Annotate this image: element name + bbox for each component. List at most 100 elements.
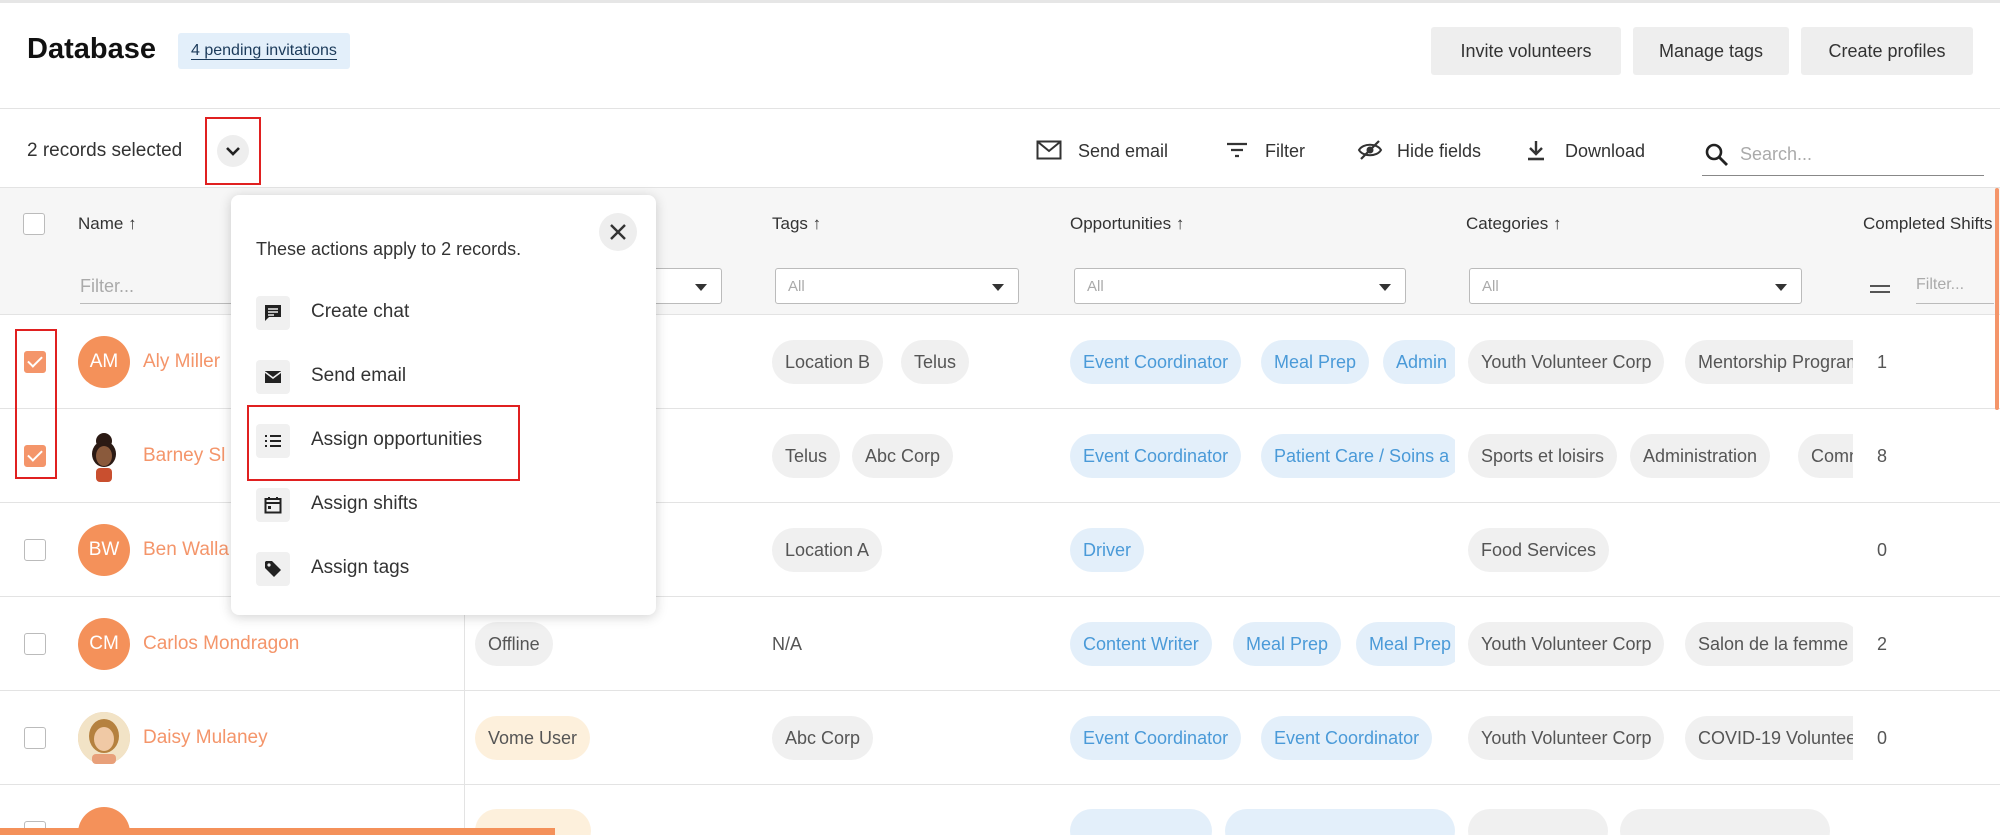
column-header-name[interactable]: Name ↑ bbox=[78, 214, 137, 234]
download-button[interactable]: Download bbox=[1525, 136, 1660, 166]
invite-volunteers-button[interactable]: Invite volunteers bbox=[1431, 27, 1621, 75]
page-header: Database 4 pending invitations Invite vo… bbox=[0, 3, 2000, 109]
close-button[interactable] bbox=[599, 213, 637, 251]
category-chip bbox=[1620, 809, 1830, 835]
category-chip: Comm bbox=[1798, 434, 1853, 478]
vertical-scrollbar[interactable] bbox=[1995, 188, 1999, 410]
filter-button[interactable]: Filter bbox=[1225, 136, 1315, 166]
opportunities-filter-select[interactable]: All bbox=[1074, 268, 1406, 304]
category-chip: COVID-19 Volunteer bbox=[1685, 716, 1853, 760]
tags-empty-value: N/A bbox=[772, 634, 803, 654]
categories-cell: Sports et loisirs Administration Comm bbox=[1458, 409, 1853, 503]
shifts-filter-input[interactable]: Filter... bbox=[1916, 272, 1994, 304]
category-chip: Food Services bbox=[1468, 528, 1610, 572]
highlight-box bbox=[15, 329, 57, 479]
tag-chip: Location A bbox=[772, 528, 883, 572]
send-email-action[interactable]: Send email bbox=[256, 358, 636, 398]
opportunity-chip bbox=[1070, 809, 1212, 835]
opportunity-chip: Meal Prep bbox=[1233, 622, 1342, 666]
filter-icon bbox=[1227, 142, 1247, 158]
category-chip bbox=[1468, 809, 1608, 835]
column-header-opportunities[interactable]: Opportunities ↑ bbox=[1070, 214, 1184, 234]
eye-off-icon bbox=[1357, 140, 1383, 160]
caret-down-icon bbox=[1775, 284, 1787, 291]
opportunity-chip: Event Coordinator bbox=[1261, 716, 1433, 760]
mail-icon bbox=[264, 371, 282, 383]
category-chip: Youth Volunteer Corp bbox=[1468, 340, 1665, 384]
table-row[interactable]: Daisy Mulaney Vome User Abc Corp Event C… bbox=[0, 691, 2000, 785]
opportunity-chip: Admin bbox=[1383, 340, 1455, 384]
row-checkbox[interactable] bbox=[24, 633, 46, 655]
opportunity-chip: Event Coordinator bbox=[1070, 434, 1242, 478]
assign-shifts-action[interactable]: Assign shifts bbox=[256, 486, 636, 526]
selection-count: 2 records selected bbox=[27, 140, 183, 161]
opportunities-cell: Content Writer Meal Prep Meal Prep bbox=[1060, 597, 1455, 691]
select-all-checkbox[interactable] bbox=[23, 213, 45, 235]
send-email-button[interactable]: Send email bbox=[1036, 136, 1178, 166]
status-badge: Vome User bbox=[475, 716, 591, 760]
category-chip: Salon de la femme bbox=[1685, 622, 1853, 666]
row-checkbox[interactable] bbox=[24, 539, 46, 561]
highlight-box bbox=[247, 405, 520, 481]
pending-invitations-link[interactable]: 4 pending invitations bbox=[178, 33, 350, 69]
avatar: AM bbox=[78, 336, 130, 388]
tag-chip: Abc Corp bbox=[772, 716, 874, 760]
avatar: BW bbox=[78, 524, 130, 576]
caret-down-icon bbox=[1379, 284, 1391, 291]
search-field[interactable] bbox=[1702, 132, 1984, 176]
tag-chip: Abc Corp bbox=[852, 434, 954, 478]
categories-cell: Youth Volunteer Corp COVID-19 Volunteer bbox=[1458, 691, 1853, 785]
opportunity-chip: Driver bbox=[1070, 528, 1144, 572]
tag-chip: Telus bbox=[901, 340, 970, 384]
volunteer-name-link[interactable]: Carlos Mondragon bbox=[143, 633, 299, 655]
toolbar: 2 records selected Send email Filter Hid… bbox=[0, 110, 2000, 188]
search-icon bbox=[1705, 143, 1728, 166]
manage-tags-button[interactable]: Manage tags bbox=[1633, 27, 1789, 75]
horizontal-scrollbar[interactable] bbox=[0, 828, 555, 835]
volunteer-name-link[interactable]: Barney Sl bbox=[143, 445, 225, 467]
opportunity-chip: Meal Prep bbox=[1356, 622, 1455, 666]
opportunities-cell: Event Coordinator Patient Care / Soins a bbox=[1060, 409, 1455, 503]
hide-fields-button[interactable]: Hide fields bbox=[1357, 136, 1492, 166]
person-avatar-icon bbox=[92, 433, 116, 482]
search-input[interactable] bbox=[1740, 140, 1970, 168]
equals-operator-icon[interactable] bbox=[1869, 282, 1891, 296]
volunteer-name-link[interactable]: Ben Walla bbox=[143, 539, 229, 561]
category-chip: Sports et loisirs bbox=[1468, 434, 1618, 478]
column-header-completed-shifts[interactable]: Completed Shifts bbox=[1863, 214, 1992, 234]
opportunities-cell: Event Coordinator Event Coordinator bbox=[1060, 691, 1455, 785]
opportunity-chip: Meal Prep bbox=[1261, 340, 1370, 384]
tag-icon bbox=[265, 561, 281, 577]
popup-message: These actions apply to 2 records. bbox=[256, 239, 522, 259]
category-chip: Administration bbox=[1630, 434, 1771, 478]
create-profiles-button[interactable]: Create profiles bbox=[1801, 27, 1973, 75]
column-header-categories[interactable]: Categories ↑ bbox=[1466, 214, 1561, 234]
categories-cell: Youth Volunteer Corp Mentorship Program bbox=[1458, 315, 1853, 409]
volunteer-name-link[interactable]: Aly Miller bbox=[143, 351, 220, 373]
tag-chip: Telus bbox=[772, 434, 841, 478]
page-title: Database bbox=[27, 33, 156, 65]
assign-tags-action[interactable]: Assign tags bbox=[256, 550, 636, 590]
column-header-tags[interactable]: Tags ↑ bbox=[772, 214, 821, 234]
opportunity-chip: Patient Care / Soins a bbox=[1261, 434, 1455, 478]
opportunity-chip: Content Writer bbox=[1070, 622, 1212, 666]
tag-chip: Location B bbox=[772, 340, 884, 384]
caret-down-icon bbox=[695, 284, 707, 291]
category-chip: Youth Volunteer Corp bbox=[1468, 622, 1665, 666]
tags-filter-select[interactable]: All bbox=[775, 268, 1019, 304]
person-avatar-icon bbox=[78, 712, 130, 764]
opportunity-chip: Event Coordinator bbox=[1070, 716, 1242, 760]
volunteer-name-link[interactable]: Daisy Mulaney bbox=[143, 727, 268, 749]
mail-icon bbox=[1036, 140, 1062, 160]
categories-filter-select[interactable]: All bbox=[1469, 268, 1802, 304]
avatar bbox=[78, 712, 130, 764]
calendar-icon bbox=[264, 497, 282, 514]
completed-shifts-value: 0 bbox=[1877, 540, 1888, 560]
chat-icon bbox=[265, 305, 281, 321]
opportunity-chip: Event Coordinator bbox=[1070, 340, 1242, 384]
create-chat-action[interactable]: Create chat bbox=[256, 294, 636, 334]
row-checkbox[interactable] bbox=[24, 727, 46, 749]
name-filter-input[interactable]: Filter... bbox=[80, 272, 240, 304]
opportunities-cell: Event Coordinator Meal Prep Admin bbox=[1060, 315, 1455, 409]
avatar bbox=[78, 430, 130, 482]
